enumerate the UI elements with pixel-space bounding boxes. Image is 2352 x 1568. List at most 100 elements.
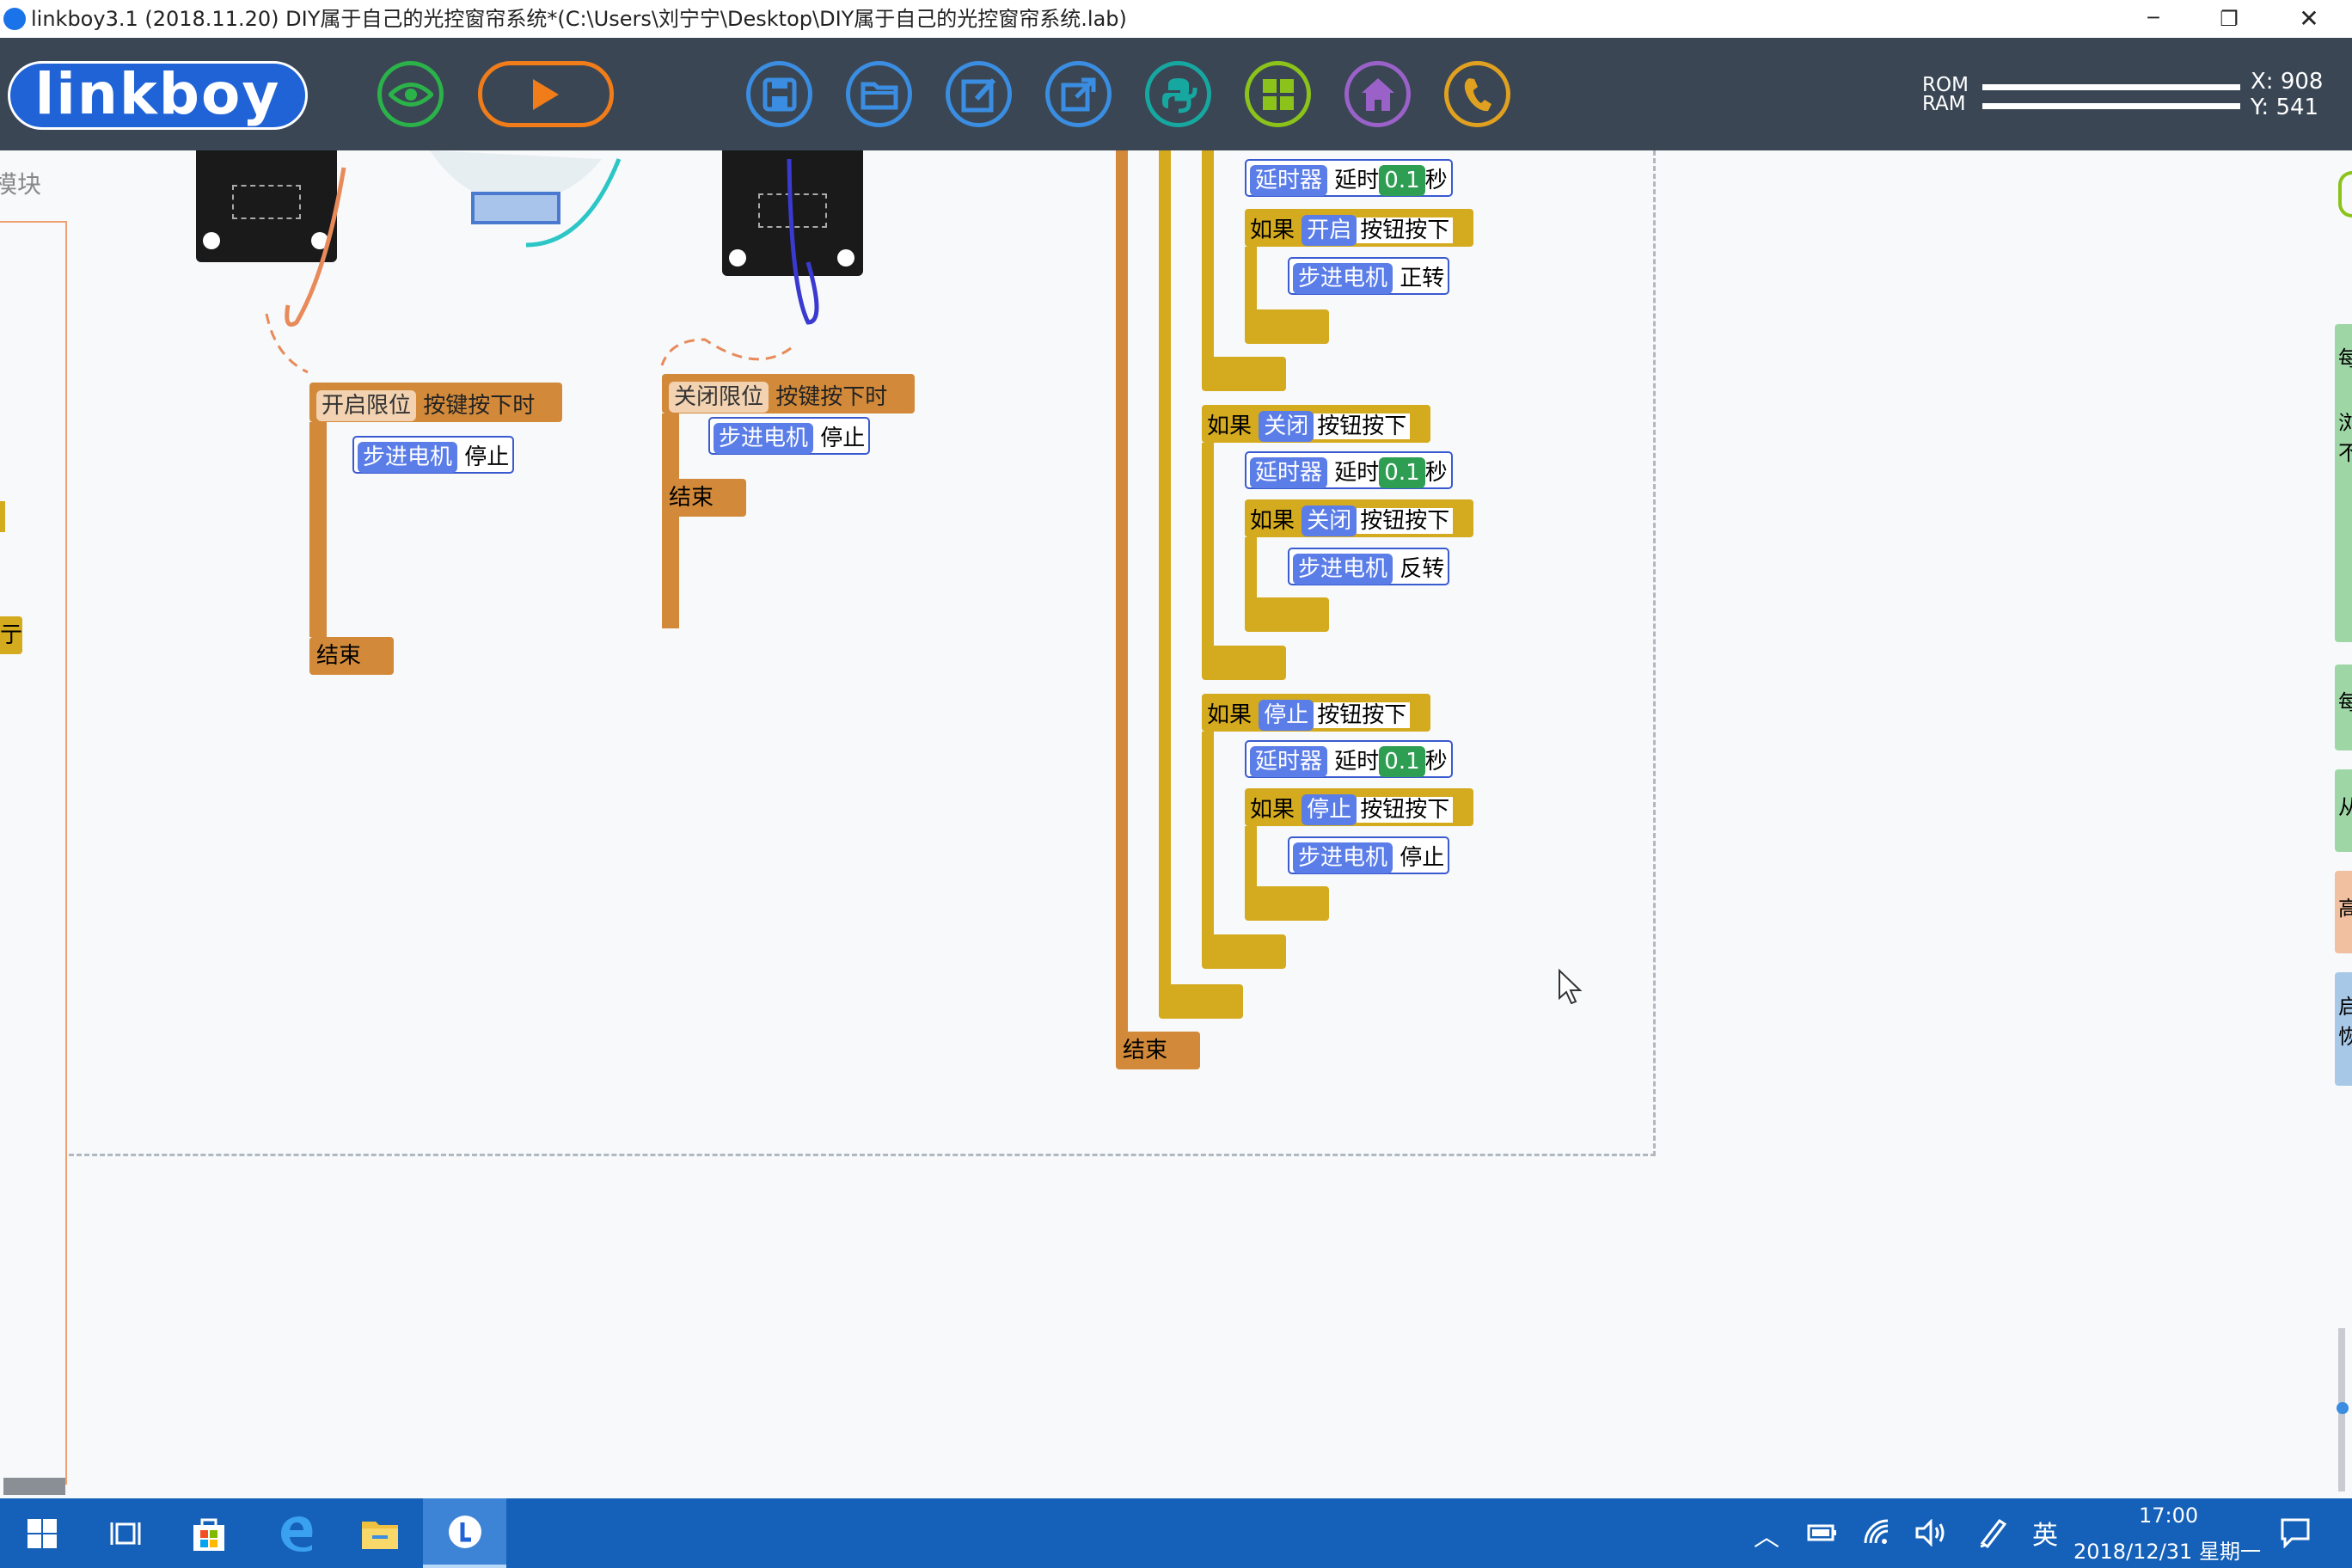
eye-button[interactable] <box>377 61 444 127</box>
taskbar: ︿ 英 17:00 2018/12/31 星期一 <box>0 1498 2352 1568</box>
stepper-motor-chip[interactable]: 步进电机 <box>1293 842 1393 873</box>
file-explorer-button[interactable] <box>338 1498 421 1568</box>
save-icon <box>763 77 796 111</box>
input-method-indicator[interactable]: 英 <box>2032 1514 2058 1552</box>
grid-icon <box>1262 78 1294 110</box>
rom-usage-bar <box>1982 84 2240 90</box>
stepper-motor-chip[interactable]: 步进电机 <box>1293 263 1393 294</box>
button-chip[interactable]: 关闭 <box>1302 505 1357 536</box>
python-icon <box>1161 77 1197 113</box>
task-view-icon <box>110 1522 140 1545</box>
right-tab-1[interactable]: 每 浏不 <box>2335 324 2352 642</box>
clock-time[interactable]: 17:00 <box>2139 1504 2198 1528</box>
code-canvas[interactable]: 模块 亍 开启限位 按键按下时 步进电机 停止 结束 关闭限位 按键按下时 步进… <box>0 150 2352 1498</box>
open-button[interactable] <box>846 61 912 127</box>
notification-icon[interactable] <box>2280 1517 2311 1548</box>
button-chip[interactable]: 停止 <box>1259 700 1314 731</box>
window-title: linkboy3.1 (2018.11.20) DIY属于自己的光控窗帘系统*(… <box>31 7 1127 31</box>
edit-button[interactable] <box>946 61 1012 127</box>
task-view-button[interactable] <box>83 1498 167 1568</box>
delay-value[interactable]: 0.1 <box>1379 165 1425 196</box>
open-folder-icon <box>861 82 897 109</box>
export-icon <box>1061 77 1095 111</box>
scroll-thumb[interactable] <box>2337 1402 2349 1414</box>
button-chip[interactable]: 关闭 <box>1259 411 1314 442</box>
button-chip[interactable]: 开启 <box>1302 215 1357 246</box>
forward-action-label: 正转 <box>1400 266 1445 291</box>
stepper-motor-statement[interactable]: 步进电机 停止 <box>1288 836 1450 874</box>
linkboy-taskbar-button[interactable] <box>423 1498 506 1568</box>
save-button[interactable] <box>746 61 812 127</box>
store-icon <box>193 1518 224 1551</box>
show-hidden-icons-chevron-icon[interactable]: ︿ <box>1754 1516 1779 1553</box>
if-button-pressed[interactable]: 如果 停止 按钮按下 <box>1245 788 1473 826</box>
phone-button[interactable] <box>1444 61 1510 127</box>
timer-chip[interactable]: 延时器 <box>1250 746 1328 777</box>
delay-statement[interactable]: 延时器 延时 0.1 秒 <box>1245 159 1453 197</box>
delay-statement[interactable]: 延时器 延时 0.1 秒 <box>1245 451 1453 489</box>
eye-icon <box>388 82 433 107</box>
modules-button[interactable] <box>1245 61 1311 127</box>
logo-text: linkboy <box>34 61 281 127</box>
volume-icon[interactable] <box>1915 1519 1950 1547</box>
timer-chip[interactable]: 延时器 <box>1250 165 1328 196</box>
left-block-stub <box>0 501 5 532</box>
edge-button[interactable] <box>254 1498 338 1568</box>
folder-icon <box>361 1521 398 1549</box>
edit-icon <box>961 77 995 112</box>
stop-action-label: 停止 <box>1400 845 1445 871</box>
if-button-pressed[interactable]: 如果 开启 按钮按下 <box>1245 209 1473 247</box>
delay-value[interactable]: 0.1 <box>1379 457 1425 488</box>
if-group-stop: 如果 停止 按钮按下 延时器 延时 0.1 秒 如果 停止 按钮按下 步进电机 停止 <box>1202 694 1477 977</box>
delay-value[interactable]: 0.1 <box>1379 746 1425 777</box>
if-button-pressed[interactable]: 如果 关闭 按钮按下 <box>1202 405 1430 443</box>
left-panel-border <box>0 221 67 1485</box>
store-button[interactable] <box>167 1498 250 1568</box>
right-tab-3[interactable]: 从 <box>2335 769 2352 852</box>
close-button[interactable]: ✕ <box>2285 0 2333 38</box>
run-button[interactable] <box>478 61 614 127</box>
wifi-icon[interactable] <box>1862 1519 1893 1547</box>
if-button-pressed[interactable]: 如果 关闭 按钮按下 <box>1245 499 1473 537</box>
pen-icon[interactable] <box>1977 1517 2008 1548</box>
ram-label: RAM <box>1922 93 1966 115</box>
left-block-tag: 亍 <box>0 616 22 654</box>
stepper-motor-statement[interactable]: 步进电机 正转 <box>1288 257 1450 295</box>
stepper-motor-chip[interactable]: 步进电机 <box>1293 554 1393 585</box>
play-icon <box>533 78 559 110</box>
title-bar: linkboy3.1 (2018.11.20) DIY属于自己的光控窗帘系统*(… <box>0 0 2352 38</box>
export-button[interactable] <box>1045 61 1112 127</box>
button-chip[interactable]: 停止 <box>1302 794 1357 825</box>
delay-statement[interactable]: 延时器 延时 0.1 秒 <box>1245 740 1453 778</box>
right-tab-5[interactable]: 启恢 <box>2335 972 2352 1086</box>
app-icon <box>3 8 26 30</box>
right-panel-indicator <box>2338 171 2352 217</box>
python-button[interactable] <box>1145 61 1211 127</box>
minimize-button[interactable]: ─ <box>2132 0 2175 38</box>
start-button[interactable] <box>0 1498 83 1568</box>
edge-icon <box>280 1516 312 1552</box>
phone-icon <box>1464 77 1491 111</box>
y-coordinate-readout: Y: 541 <box>2251 95 2319 120</box>
if-group-close: 如果 关闭 按钮按下 延时器 延时 0.1 秒 如果 关闭 按钮按下 步进电机 反转 <box>1202 405 1477 689</box>
timer-chip[interactable]: 延时器 <box>1250 457 1328 488</box>
right-tab-4[interactable]: 高 <box>2335 871 2352 953</box>
restore-button[interactable]: ❐ <box>2208 0 2251 38</box>
linkboy-logo[interactable]: linkboy <box>8 61 308 130</box>
ram-usage-bar <box>1982 103 2240 109</box>
linkboy-app-icon <box>448 1515 481 1548</box>
if-group-open: 延时器 延时 0.1 秒 如果 开启 按钮按下 步进电机 正转 <box>1202 150 1477 391</box>
if-button-pressed[interactable]: 如果 停止 按钮按下 <box>1202 694 1430 732</box>
clock-date[interactable]: 2018/12/31 星期一 <box>2073 1534 2261 1565</box>
home-button[interactable] <box>1344 61 1411 127</box>
home-icon <box>1361 77 1394 111</box>
toolbar: linkboy ROM RAM X: 908 Y: 541 <box>0 38 2352 150</box>
mouse-cursor-icon <box>1559 969 1583 1005</box>
stepper-motor-statement[interactable]: 步进电机 反转 <box>1288 548 1450 585</box>
left-scrollbar-thumb[interactable] <box>3 1478 65 1495</box>
right-tab-2[interactable]: 每 <box>2335 665 2352 750</box>
battery-icon[interactable] <box>1807 1522 1838 1543</box>
reverse-action-label: 反转 <box>1400 556 1445 582</box>
x-coordinate-readout: X: 908 <box>2251 69 2324 95</box>
left-block-tag-text: 亍 <box>0 622 23 648</box>
